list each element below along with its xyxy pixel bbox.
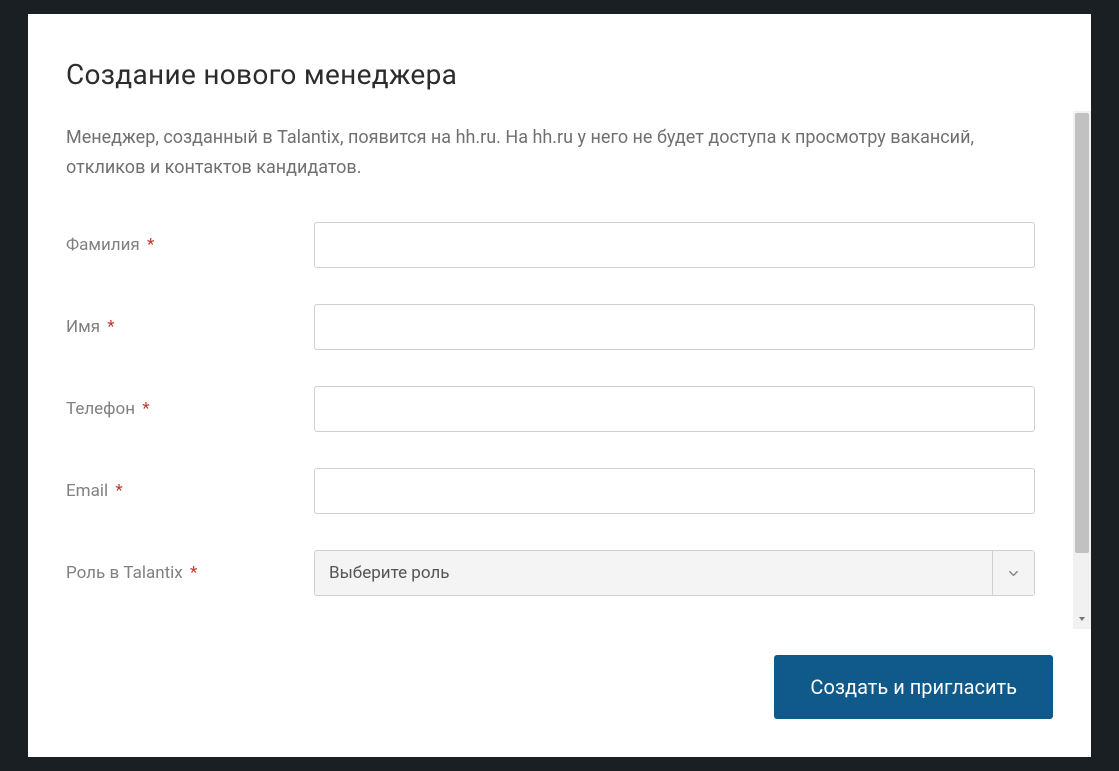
role-select[interactable]: Выберите роль [314, 550, 1035, 596]
role-select-value: Выберите роль [315, 551, 992, 595]
modal-footer: Создать и пригласить [28, 629, 1091, 757]
modal-header: Создание нового менеджера [28, 14, 1091, 111]
email-input[interactable] [314, 468, 1035, 514]
label-lastname-text: Фамилия [66, 235, 140, 255]
form-row-firstname: Имя * [66, 304, 1035, 350]
label-email: Email * [66, 481, 314, 501]
label-firstname-text: Имя [66, 317, 100, 337]
label-phone: Телефон * [66, 399, 314, 419]
modal-body-wrapper: Менеджер, созданный в Talantix, появится… [28, 111, 1091, 629]
phone-input[interactable] [314, 386, 1035, 432]
label-role: Роль в Talantix * [66, 563, 314, 583]
label-firstname: Имя * [66, 317, 314, 337]
label-phone-text: Телефон [66, 399, 135, 419]
scrollbar-down-button[interactable] [1075, 611, 1089, 627]
chevron-down-icon [1077, 614, 1087, 624]
chevron-down-icon [1008, 568, 1019, 579]
label-role-text: Роль в Talantix [66, 563, 183, 583]
firstname-input[interactable] [314, 304, 1035, 350]
modal-description: Менеджер, созданный в Talantix, появится… [66, 123, 1035, 182]
label-email-text: Email [66, 481, 108, 501]
scrollbar-thumb[interactable] [1075, 113, 1089, 553]
form-row-phone: Телефон * [66, 386, 1035, 432]
form-row-role: Роль в Talantix * Выберите роль [66, 550, 1035, 596]
label-lastname: Фамилия * [66, 235, 314, 255]
form-row-email: Email * [66, 468, 1035, 514]
modal-body: Менеджер, созданный в Talantix, появится… [28, 111, 1073, 629]
required-asterisk: * [107, 317, 114, 337]
required-asterisk: * [115, 481, 122, 501]
role-select-toggle[interactable] [992, 551, 1034, 595]
lastname-input[interactable] [314, 222, 1035, 268]
scrollbar-track[interactable] [1073, 111, 1091, 629]
required-asterisk: * [190, 563, 197, 583]
create-manager-modal: Создание нового менеджера Менеджер, созд… [28, 14, 1091, 757]
modal-title: Создание нового менеджера [66, 58, 1053, 91]
required-asterisk: * [142, 399, 149, 419]
form-row-lastname: Фамилия * [66, 222, 1035, 268]
required-asterisk: * [147, 235, 154, 255]
create-and-invite-button[interactable]: Создать и пригласить [774, 655, 1053, 719]
